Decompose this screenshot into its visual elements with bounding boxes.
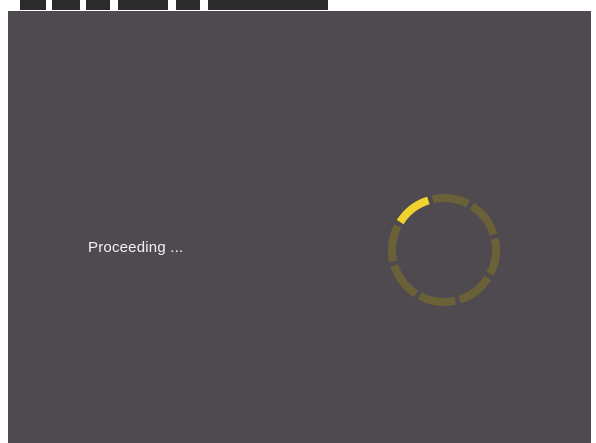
status-message: Proceeding ...	[88, 239, 184, 256]
window: Proceeding ...	[0, 0, 596, 443]
top-edge-segment	[176, 0, 200, 10]
spinner-segment	[431, 194, 470, 208]
spinner-segment	[486, 237, 500, 276]
top-edge-segment	[208, 0, 328, 10]
spinner-segment	[390, 264, 419, 298]
spinner-segment	[458, 275, 492, 304]
top-edge-segment	[118, 0, 168, 10]
loading-screen: Proceeding ...	[8, 11, 591, 443]
spinner-segment	[418, 292, 457, 306]
loading-spinner-icon	[388, 194, 500, 306]
top-edge-segment	[52, 0, 80, 10]
spinner-segment-active	[396, 196, 430, 225]
spinner-segment	[388, 224, 402, 263]
top-edge-segment	[86, 0, 110, 10]
spinner-segment	[469, 202, 498, 236]
top-edge-segment	[20, 0, 46, 10]
